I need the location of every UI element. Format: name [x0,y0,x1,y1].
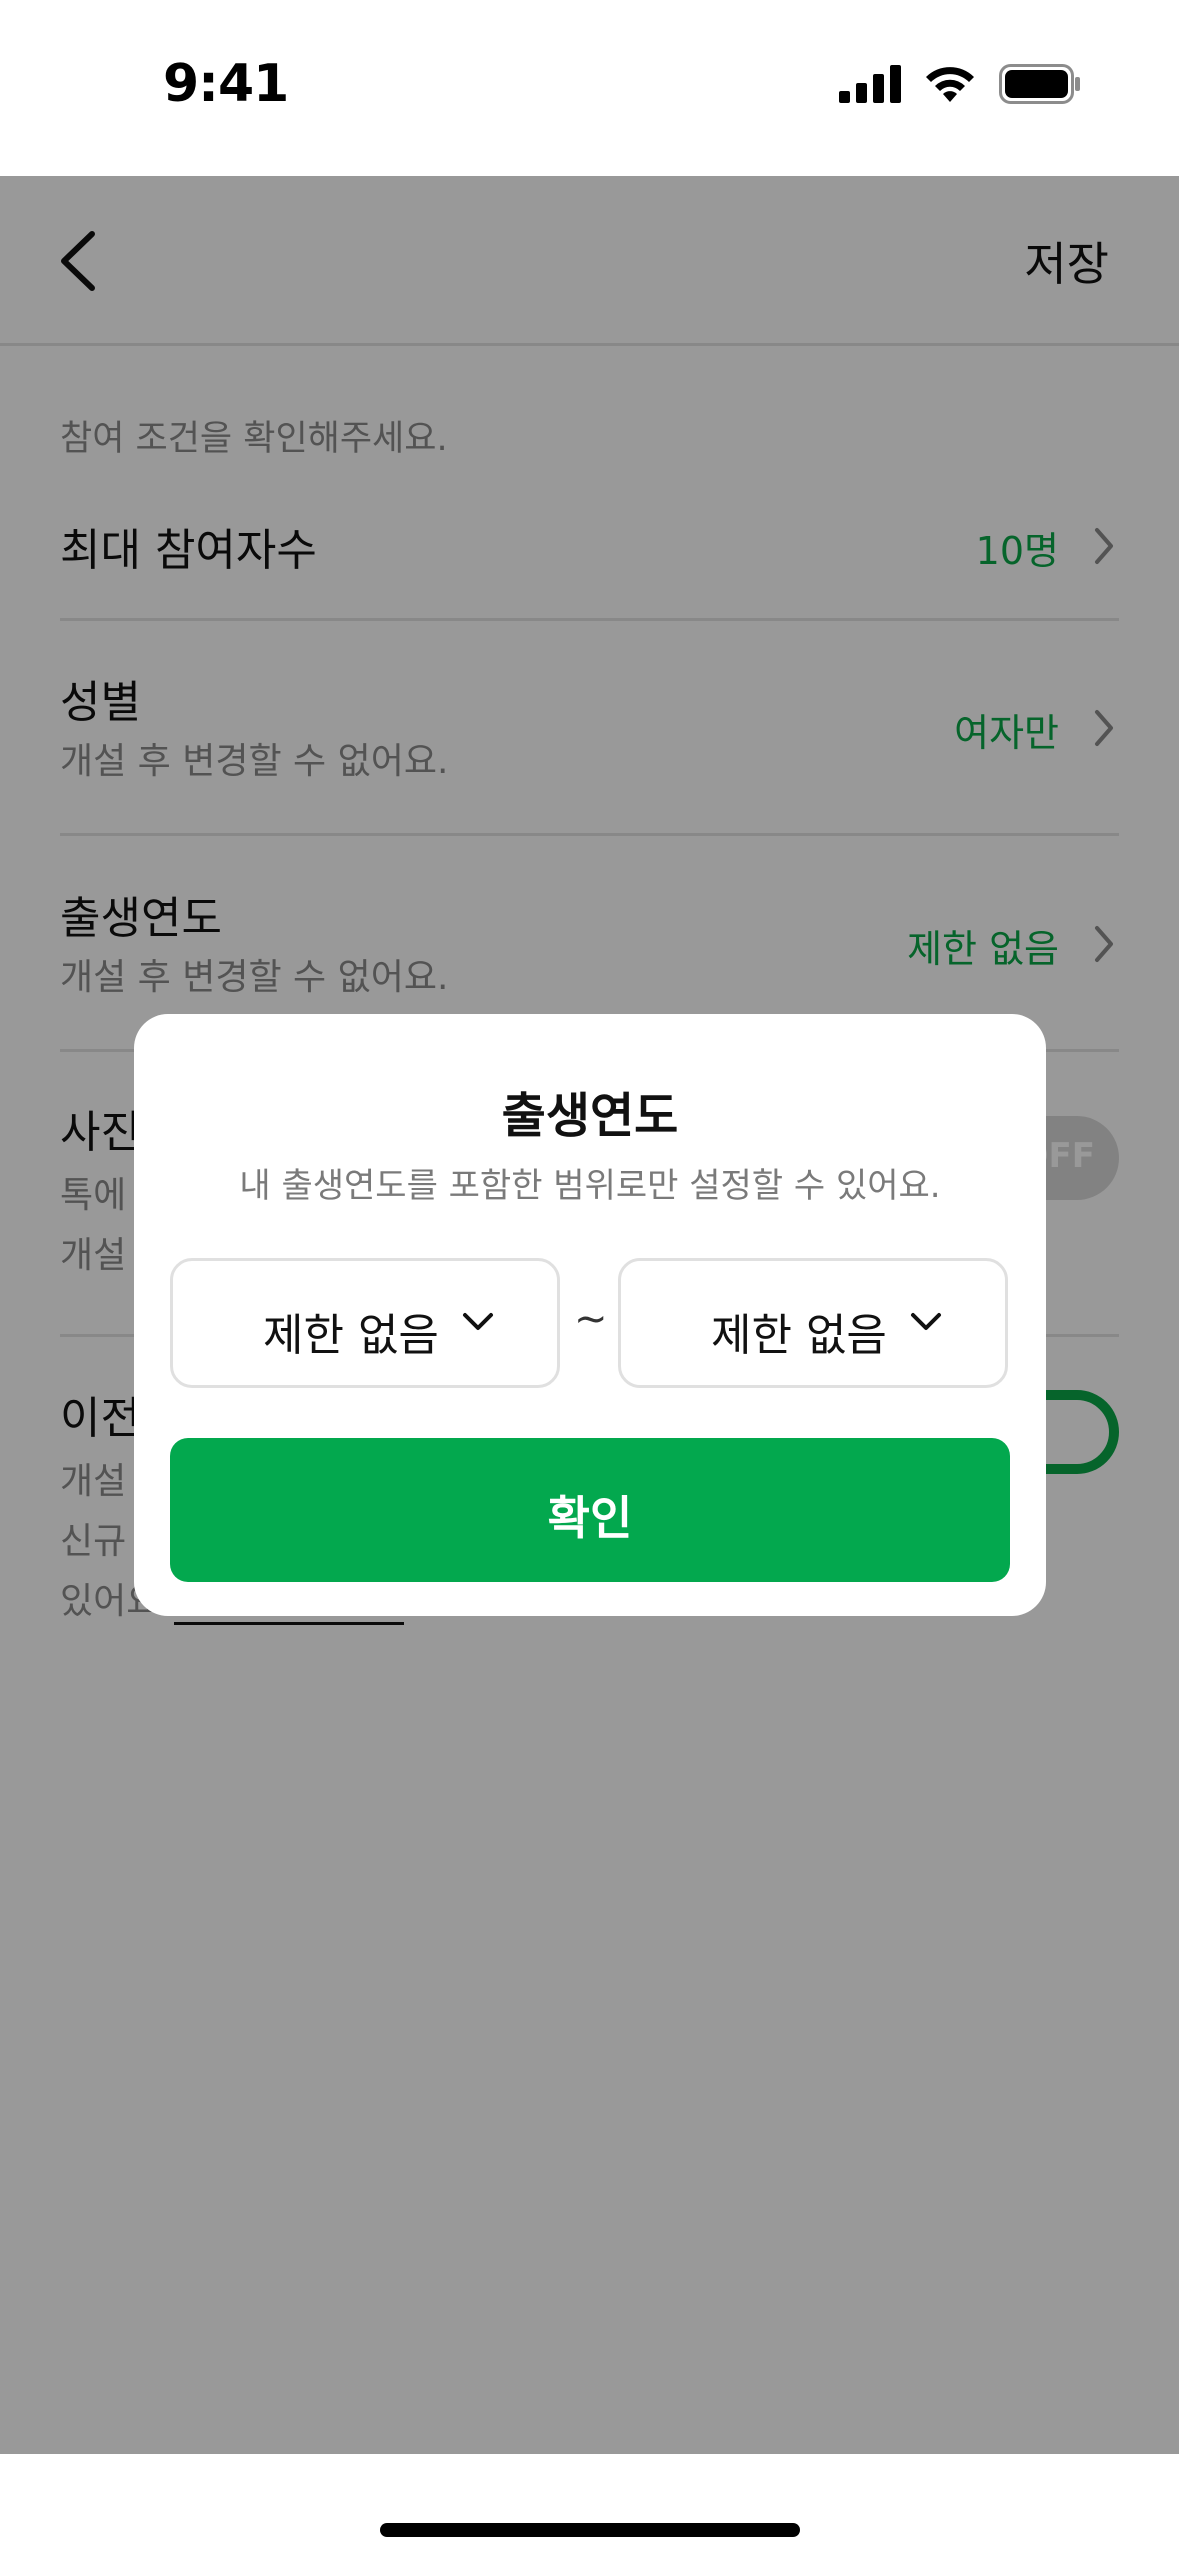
confirm-label: 확인 [547,1491,633,1545]
from-year-select[interactable]: 제한 없음 [170,1258,560,1388]
wifi-icon [926,67,974,102]
chevron-down-icon [911,1313,941,1330]
modal-title: 출생연도 [501,1088,679,1144]
from-year-value: 제한 없음 [263,1310,439,1361]
birth-year-modal: 출생연도 내 출생연도를 포함한 범위로만 설정할 수 있어요. 제한 없음 ~… [134,1014,1046,1616]
to-year-select[interactable]: 제한 없음 [618,1258,1008,1388]
modal-description: 내 출생연도를 포함한 범위로만 설정할 수 있어요. [239,1166,941,1206]
to-year-value: 제한 없음 [711,1310,887,1361]
range-separator: ~ [574,1296,608,1342]
confirm-button[interactable]: 확인 [170,1438,1010,1582]
battery-icon [999,64,1080,104]
home-indicator[interactable] [380,2523,800,2537]
chevron-down-icon [463,1313,493,1330]
status-time: 9:41 [163,54,289,114]
status-icons [839,64,1081,104]
status-bar: 9:41 [0,0,1179,176]
home-indicator-area [0,2454,1179,2556]
cellular-signal-icon [839,65,901,103]
